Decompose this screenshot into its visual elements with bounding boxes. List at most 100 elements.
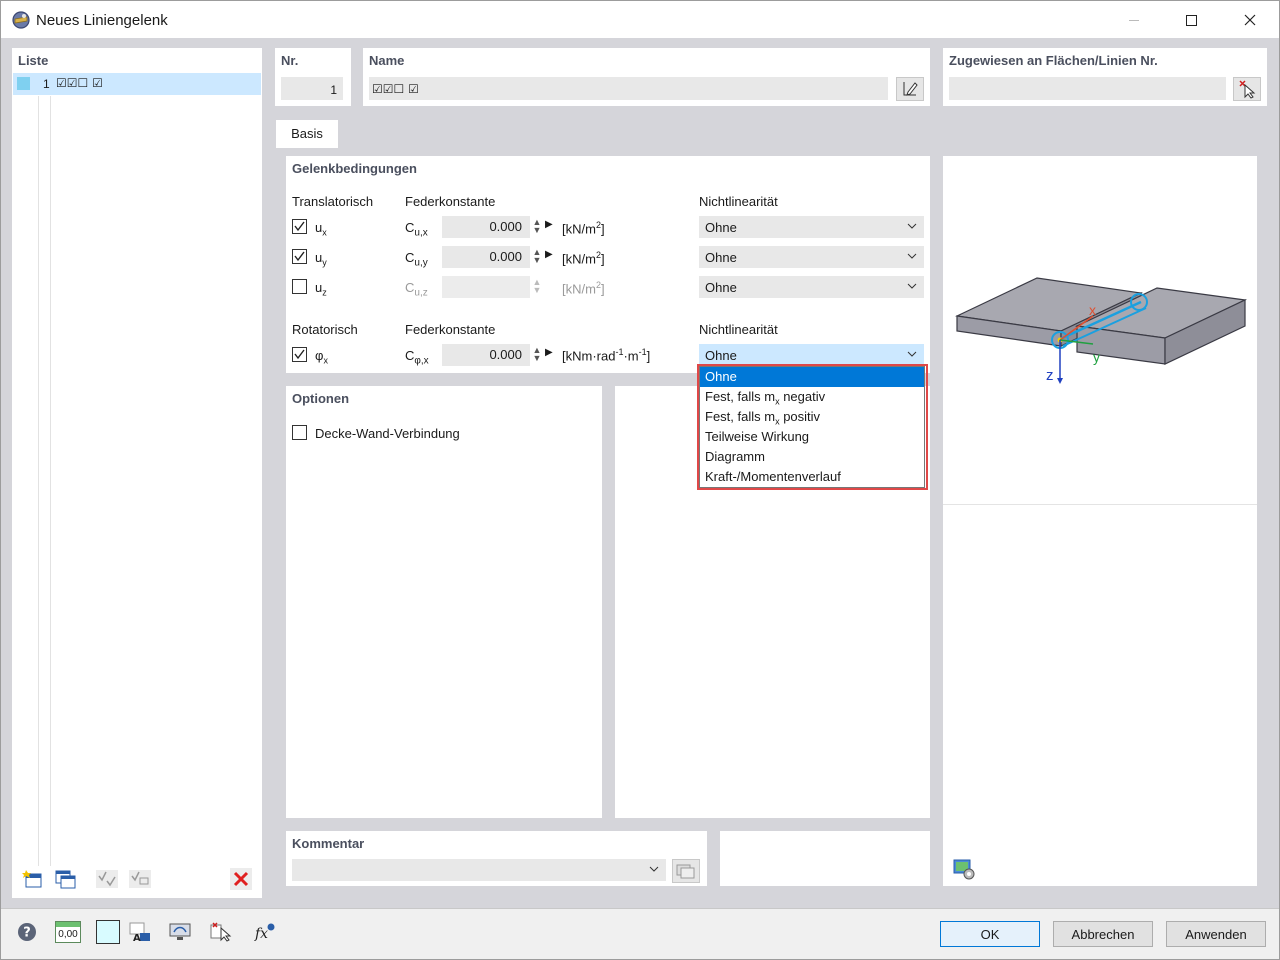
- uncheck-button[interactable]: [125, 866, 155, 892]
- ux-nonlinearity-select[interactable]: Ohne: [699, 216, 924, 238]
- phix-nonlinearity-select[interactable]: Ohne: [699, 344, 924, 366]
- title-bar: Neues Liniengelenk: [0, 0, 1280, 38]
- number-format-value: 0,00: [58, 929, 78, 940]
- cux-unit: [kN/m2]: [562, 220, 605, 237]
- cuz-label: Cu,z: [405, 280, 428, 299]
- assigned-header: Zugewiesen an Flächen/Linien Nr.: [949, 53, 1158, 68]
- cux-label: Cu,x: [405, 220, 428, 239]
- delete-button[interactable]: [226, 866, 256, 892]
- minimize-button[interactable]: [1111, 1, 1157, 39]
- ux-checkbox[interactable]: [292, 219, 307, 234]
- pick-assign-button[interactable]: [1233, 77, 1261, 101]
- name-header: Name: [369, 53, 405, 68]
- phix-label: φx: [315, 348, 328, 366]
- uz-nonlinearity-value: Ohne: [705, 279, 737, 295]
- formula-button[interactable]: fx: [249, 919, 279, 945]
- cux-input[interactable]: 0.000: [442, 216, 530, 238]
- spin-down-icon: ▼: [532, 255, 542, 265]
- preview-panel: x y z: [943, 156, 1257, 886]
- chevron-down-icon: [907, 253, 917, 259]
- minimize-icon: [1129, 19, 1139, 21]
- cphix-input[interactable]: 0.000: [442, 344, 530, 366]
- dropdown-option-partial[interactable]: Teilweise Wirkung: [700, 427, 924, 447]
- comment-select[interactable]: [292, 859, 666, 881]
- spring-constant-label-rot: Federkonstante: [405, 322, 496, 337]
- list-item-label: ☑☑☐ ☑: [56, 76, 103, 90]
- cancel-button[interactable]: Abbrechen: [1053, 921, 1153, 947]
- play-arrow-icon[interactable]: ▶: [545, 347, 553, 358]
- wall-slab-label: Decke-Wand-Verbindung: [315, 426, 460, 441]
- list-item-number: 1: [43, 77, 50, 91]
- svg-text:fx: fx: [254, 926, 268, 942]
- number-format-icon-bar: [56, 922, 80, 927]
- app-icon: [11, 10, 31, 30]
- play-arrow-icon[interactable]: ▶: [545, 219, 553, 230]
- cuz-unit: [kN/m2]: [562, 280, 605, 297]
- dropdown-option-fixed-positive[interactable]: Fest, falls mx positiv: [700, 407, 924, 427]
- number-format-button[interactable]: 0,00: [52, 919, 84, 945]
- play-arrow-icon[interactable]: ▶: [545, 249, 553, 260]
- tab-basis[interactable]: Basis: [276, 120, 338, 148]
- monitor-icon: [169, 923, 191, 940]
- close-button[interactable]: [1227, 1, 1273, 39]
- nr-header: Nr.: [281, 53, 299, 68]
- hinge-conditions-panel: Gelenkbedingungen Translatorisch Federko…: [286, 156, 930, 373]
- name-field[interactable]: ☑☑☐ ☑: [369, 77, 888, 100]
- spring-constant-label: Federkonstante: [405, 194, 496, 209]
- checkmark-icon: [294, 221, 305, 232]
- copy-item-button[interactable]: [50, 866, 80, 892]
- assigned-field[interactable]: [949, 77, 1226, 100]
- select-objects-button[interactable]: [206, 919, 236, 945]
- view-options-button[interactable]: [949, 856, 979, 882]
- check-all-button[interactable]: [92, 866, 122, 892]
- uncheck-icon: [129, 870, 151, 888]
- check-list-icon: [96, 870, 118, 888]
- assigned-panel: Zugewiesen an Flächen/Linien Nr.: [943, 48, 1267, 106]
- cux-spinner[interactable]: ▲ ▼: [530, 216, 544, 238]
- wall-slab-checkbox[interactable]: [292, 425, 307, 440]
- edit-name-button[interactable]: [896, 77, 924, 101]
- cuz-spinner: ▲ ▼: [530, 276, 544, 298]
- uz-checkbox[interactable]: [292, 279, 307, 294]
- ux-nonlinearity-value: Ohne: [705, 219, 737, 235]
- new-item-icon: [22, 870, 42, 888]
- uz-label: uz: [315, 280, 327, 298]
- options-panel: Optionen Decke-Wand-Verbindung: [286, 386, 602, 818]
- dropdown-option-ohne[interactable]: Ohne: [700, 367, 924, 387]
- uy-nonlinearity-select[interactable]: Ohne: [699, 246, 924, 268]
- list-header: Liste: [18, 53, 49, 68]
- ok-button[interactable]: OK: [940, 921, 1040, 947]
- close-icon: [1244, 14, 1256, 26]
- view-settings-icon: [953, 859, 975, 880]
- number-format-icon: 0,00: [55, 921, 81, 943]
- tree-line: [50, 96, 51, 866]
- cphix-unit: [kNm·rad-1·m-1]: [562, 347, 651, 364]
- text-display-button[interactable]: A: [125, 919, 155, 945]
- dropdown-option-force-moment[interactable]: Kraft-/Momentenverlauf: [700, 467, 924, 487]
- new-item-button[interactable]: [18, 866, 48, 892]
- window-title: Neues Liniengelenk: [36, 12, 168, 29]
- apply-button[interactable]: Anwenden: [1166, 921, 1266, 947]
- checkmark-icon: [294, 349, 305, 360]
- dropdown-option-diagram[interactable]: Diagramm: [700, 447, 924, 467]
- select-cursor-icon: [210, 922, 232, 942]
- phix-checkbox[interactable]: [292, 347, 307, 362]
- uz-nonlinearity-select[interactable]: Ohne: [699, 276, 924, 298]
- view-button[interactable]: [165, 919, 195, 945]
- edit-pencil-icon: [903, 82, 918, 96]
- nr-panel: Nr. 1: [275, 48, 351, 106]
- maximize-button[interactable]: [1168, 1, 1214, 39]
- dropdown-option-fixed-negative[interactable]: Fest, falls mx negativ: [700, 387, 924, 407]
- cuy-unit: [kN/m2]: [562, 250, 605, 267]
- translational-label: Translatorisch: [292, 194, 374, 209]
- list-item[interactable]: 1 ☑☑☐ ☑: [13, 73, 261, 95]
- color-button[interactable]: [96, 920, 120, 944]
- chevron-down-icon: [907, 223, 917, 229]
- cuy-input[interactable]: 0.000: [442, 246, 530, 268]
- help-button[interactable]: ?: [12, 919, 42, 945]
- cuy-spinner[interactable]: ▲ ▼: [530, 246, 544, 268]
- nr-field[interactable]: 1: [281, 77, 343, 100]
- uy-checkbox[interactable]: [292, 249, 307, 264]
- comment-library-button[interactable]: [672, 859, 700, 883]
- cphix-spinner[interactable]: ▲ ▼: [530, 344, 544, 366]
